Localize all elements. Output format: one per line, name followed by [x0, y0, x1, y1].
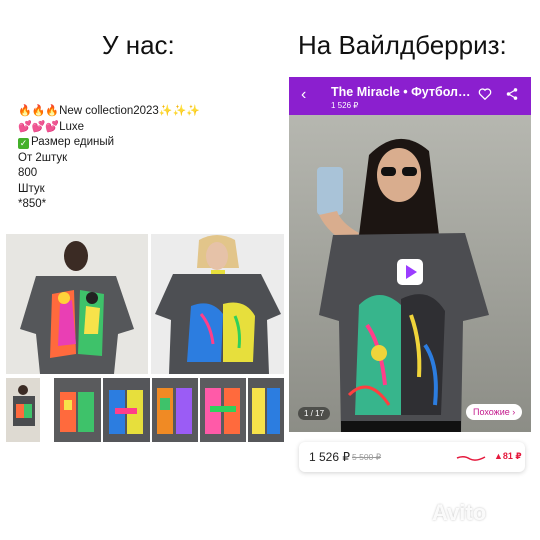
heart-icon[interactable] [478, 87, 492, 106]
post-line-2: 💕💕💕Luxe [18, 120, 85, 133]
check-icon: ✓ [18, 138, 29, 149]
post-line-7: *850* [18, 198, 47, 210]
thumbnail-2[interactable] [54, 378, 101, 442]
price-delta: ▲81 ₽ [494, 451, 522, 461]
play-icon[interactable] [397, 259, 423, 285]
up-triangle-icon: ▲ [494, 451, 503, 461]
fire-icon: 🔥🔥🔥 [18, 105, 60, 117]
post-line-6: Штук [18, 182, 45, 195]
thumbnail-5[interactable] [200, 378, 246, 442]
app-bar: ‹ The Miracle • Футбол… 1 526 ₽ [289, 77, 531, 115]
thumbnail-4[interactable] [152, 378, 198, 442]
thumbnail-1[interactable] [6, 378, 40, 442]
back-arrow-icon[interactable]: ‹ [301, 86, 306, 104]
post-line-3: ✓ Размер единый [18, 136, 115, 149]
product-photo-model-2[interactable] [151, 234, 284, 374]
heart-emoji-icon: 💕💕💕 [18, 120, 60, 133]
post-line-1: 🔥🔥🔥New collection2023✨✨✨ [18, 105, 200, 117]
thumbnail-6[interactable] [248, 378, 284, 442]
left-heading: У нас: [102, 30, 175, 60]
thumbnail-3[interactable] [103, 378, 150, 442]
sparkle-icon: ✨✨✨ [158, 105, 200, 117]
share-icon[interactable] [505, 87, 519, 106]
similar-button[interactable]: Похожие › [466, 404, 523, 420]
post-line-4: От 2штук [18, 151, 68, 164]
avito-watermark: Avito [432, 500, 487, 525]
image-counter: 1 / 17 [298, 407, 331, 420]
header-price: 1 526 ₽ [331, 101, 359, 110]
old-price: 5 500 ₽ [352, 452, 382, 462]
product-photo-model-1[interactable] [6, 234, 148, 374]
right-heading: На Вайлдберриз: [298, 30, 507, 60]
product-title: The Miracle • Футбол… [331, 85, 471, 99]
price: 1 526 ₽ [309, 450, 350, 464]
post-text: 🔥🔥🔥New collection2023✨✨✨ 💕💕💕Luxe ✓ Размер… [18, 104, 200, 213]
trend-line-icon [456, 451, 486, 469]
post-line-5: 800 [18, 167, 38, 179]
